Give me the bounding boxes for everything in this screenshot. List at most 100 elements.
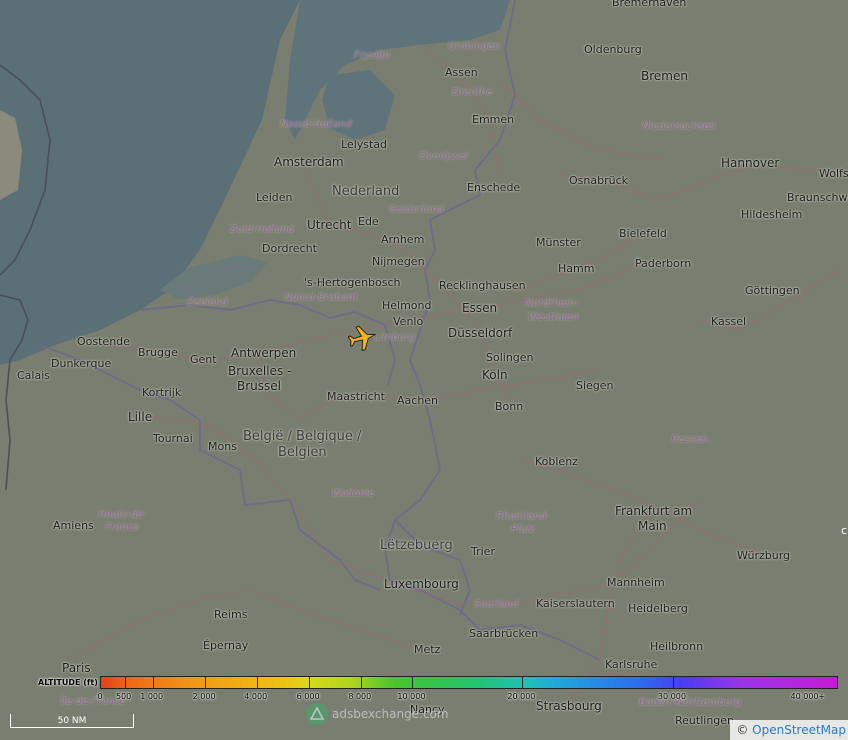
map-label-leiden: Leiden	[256, 191, 293, 204]
map-label-aachen: Aachen	[397, 394, 439, 407]
watermark-text: adsbexchange.com	[332, 707, 449, 721]
legend-tick	[360, 677, 362, 689]
watermark: adsbexchange.com	[306, 702, 449, 726]
legend-tick	[124, 677, 126, 689]
map-label-siegen: Siegen	[576, 379, 614, 392]
legend-tick-label: 8 000	[348, 692, 372, 701]
map-label-emmen: Emmen	[472, 113, 515, 126]
legend-tick	[412, 677, 414, 689]
legend-tick-label: 30 000	[657, 692, 686, 701]
map-label-enschede: Enschede	[467, 181, 521, 194]
map-label-dunkerque: Dunkerque	[51, 357, 112, 370]
map-label-luxembourg: Luxembourg	[384, 577, 459, 591]
map-label-amsterdam: Amsterdam	[274, 155, 344, 169]
openstreetmap-link[interactable]: OpenStreetMap	[752, 723, 846, 737]
map-label-munster: Münster	[536, 236, 581, 249]
map-label-zeeland: Zeeland	[187, 297, 228, 308]
scale-label: 50 NM	[57, 716, 87, 726]
map-label-hessen: Hessen	[671, 434, 708, 445]
map-label-bruxelles: Bruxelles -	[228, 364, 292, 378]
adsbexchange-logo-icon	[306, 703, 328, 725]
map-label-lelystad: Lelystad	[341, 138, 388, 151]
map-label-saarland: Saarland	[474, 599, 519, 610]
map-label-recklinghausen: Recklinghausen	[439, 279, 526, 292]
map-label-metz: Metz	[414, 643, 441, 656]
map-label-heidelberg: Heidelberg	[628, 602, 688, 615]
map-label-utrecht: Utrecht	[307, 218, 352, 232]
airplane-icon	[347, 325, 376, 351]
map-label-belgie: België / Belgique /	[243, 429, 362, 444]
legend-tick-label: 0	[97, 692, 103, 701]
map-label-dordrecht: Dordrecht	[262, 242, 317, 255]
map-label-braunschweig: Braunschwei	[787, 191, 848, 204]
map-label-trier: Trier	[471, 545, 495, 558]
map-label-venlo: Venlo	[393, 315, 424, 328]
map-label-hdf1: Hauts-de-	[98, 509, 147, 520]
map-label-gelderland: Gelderland	[389, 204, 444, 215]
map-label-bremen: Bremen	[641, 69, 688, 83]
aircraft-marker[interactable]	[347, 322, 376, 354]
legend-tick	[152, 677, 154, 689]
map-label-saarbrucken: Saarbrücken	[469, 627, 539, 640]
map-label-paderborn: Paderborn	[635, 257, 692, 270]
legend-tick-label: 6 000	[296, 692, 320, 701]
map-label-frankfurt1: Frankfurt am	[615, 504, 693, 518]
map-label-oldenburg: Oldenburg	[584, 43, 642, 56]
map-label-essen: Essen	[462, 301, 498, 315]
map-label-wallonie: Wallonie	[332, 488, 375, 499]
map-label-wolfsburg: Wolfsb	[819, 167, 848, 180]
map-label-hertogenbosch: 's-Hertogenbosch	[304, 276, 401, 289]
map-label-wurzburg: Würzburg	[737, 549, 791, 562]
map-label-mons: Mons	[208, 440, 237, 453]
map-label-kassel: Kassel	[711, 315, 747, 328]
map-label-helmond: Helmond	[382, 299, 432, 312]
map-label-limburg: Limburg	[374, 332, 416, 343]
map-label-kaiserslautern: Kaiserslautern	[536, 597, 615, 610]
legend-tick-label: 10 000	[397, 692, 426, 701]
map-label-antwerpen: Antwerpen	[231, 346, 297, 360]
map-view[interactable]: Bremerhaven Oldenburg Bremen Niedersachsen H…	[0, 0, 848, 740]
map-label-paris: Paris	[62, 661, 91, 675]
map-label-letzebuerg: Lëtzebuerg	[380, 538, 453, 553]
map-label-frankfurt2: Main	[638, 519, 667, 533]
map-label-nijmegen: Nijmegen	[372, 255, 425, 268]
map-label-karlsruhe: Karlsruhe	[605, 658, 658, 671]
map-label-osnabruck: Osnabrück	[569, 174, 628, 187]
map-label-noord-brabant: Noord-Brabant	[284, 292, 358, 303]
map-label-brussel: Brussel	[237, 379, 281, 393]
map-label-ede: Ede	[358, 215, 379, 228]
map-label-kortrijk: Kortrijk	[142, 386, 182, 399]
altitude-color-bar	[100, 676, 838, 689]
map-label-heilbronn: Heilbronn	[650, 640, 704, 653]
map-label-calais: Calais	[17, 369, 51, 382]
map-label-nederland: Nederland	[332, 184, 400, 199]
legend-tick-label: 2 000	[192, 692, 216, 701]
map-label-koln: Köln	[482, 368, 508, 382]
map-label-koblenz: Koblenz	[535, 455, 578, 468]
map-label-hannover: Hannover	[721, 156, 780, 170]
map-label-lille: Lille	[128, 410, 153, 424]
legend-tick	[672, 677, 674, 689]
legend-tick-label: 20 000	[507, 692, 536, 701]
map-label-hdf2: France	[105, 522, 139, 533]
map-label-bielefeld: Bielefeld	[619, 227, 667, 240]
map-label-rp2: Pfalz	[511, 524, 535, 535]
map-label-reutlingen: Reutlingen	[675, 714, 735, 727]
copyright-symbol: ©	[736, 723, 749, 737]
legend-tick	[256, 677, 258, 689]
map-label-epernay: Épernay	[203, 639, 249, 652]
map-label-mannheim: Mannheim	[607, 576, 665, 589]
map-label-fryslan: Fryslân	[354, 50, 391, 61]
legend-title: ALTITUDE (ft)	[38, 678, 98, 687]
map-label-reims: Reims	[214, 608, 248, 621]
map-label-brugge: Brugge	[138, 346, 178, 359]
legend-tick	[205, 677, 207, 689]
map-label-niedersachsen: Niedersachsen	[642, 121, 716, 132]
map-label-hamm: Hamm	[558, 262, 595, 275]
map-label-zuid-holland: Zuid-Holland	[230, 224, 294, 235]
map-attribution: © OpenStreetMap	[730, 720, 848, 740]
map-label-noord-holland: Noord-Holland	[280, 119, 352, 130]
map-label-dusseldorf: Düsseldorf	[448, 326, 513, 340]
legend-tick	[309, 677, 311, 689]
offscreen-label-fragment: c	[841, 524, 848, 537]
